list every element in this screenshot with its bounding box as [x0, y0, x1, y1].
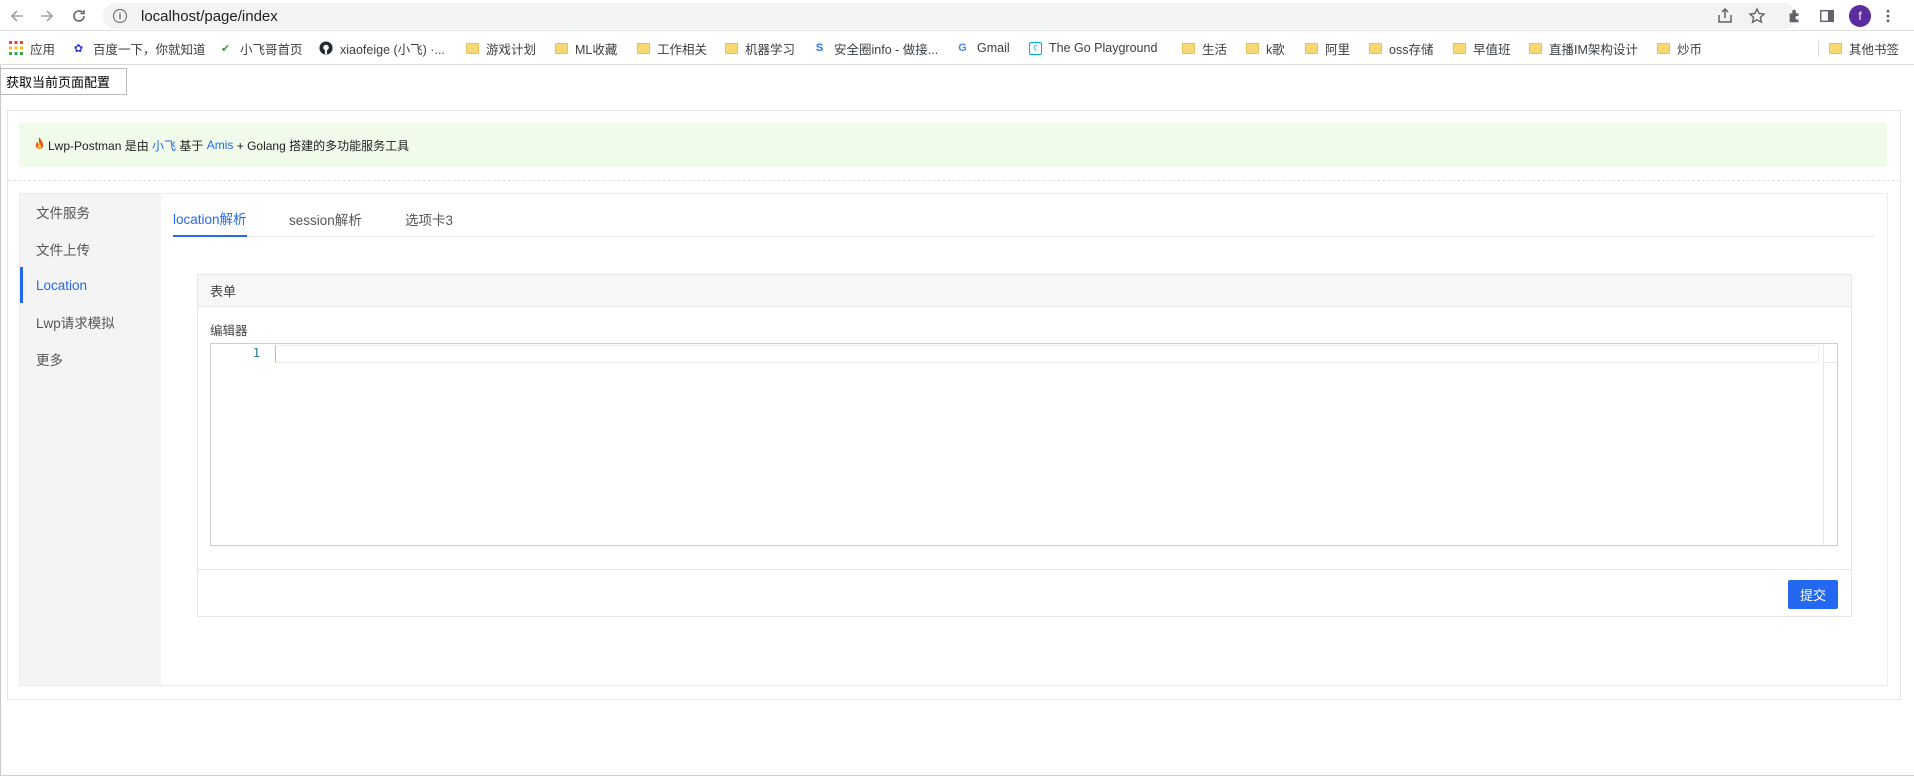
s-logo-icon: S: [815, 42, 824, 54]
sidebar-item-more[interactable]: 更多: [20, 341, 161, 377]
browser-toolbar: i localhost/page/index f: [0, 0, 1914, 31]
bookmark-folder-machine-learning[interactable]: 机器学习: [725, 40, 795, 57]
bookmark-apps[interactable]: 应用: [8, 40, 55, 57]
notice-text-3: + Golang 搭建的多功能服务工具: [233, 138, 410, 153]
reload-button[interactable]: [68, 5, 90, 27]
flame-icon: [34, 137, 45, 153]
bookmark-folder-work[interactable]: 工作相关: [637, 40, 707, 57]
notice-text-1: Lwp-Postman 是由: [48, 138, 153, 153]
reload-icon: [73, 10, 85, 22]
side-panel-icon[interactable]: [1817, 6, 1837, 26]
editor-scrollbar[interactable]: [1823, 344, 1837, 545]
github-icon: [318, 41, 333, 56]
folder-icon: [637, 42, 650, 54]
folder-icon: [1529, 42, 1542, 54]
apps-grid-icon: [8, 41, 23, 56]
viewport-left-border: [0, 65, 1, 776]
profile-avatar[interactable]: f: [1849, 5, 1871, 27]
section-divider: [8, 180, 1900, 181]
bookmark-github[interactable]: xiaofeige (小飞) ·...: [318, 40, 445, 57]
go-gopher-icon: ʕ: [1029, 41, 1042, 55]
line-number: 1: [252, 346, 260, 360]
bookmark-folder-crypto[interactable]: 炒币: [1657, 40, 1702, 57]
folder-icon: [466, 42, 479, 54]
code-editor[interactable]: 1: [210, 343, 1838, 546]
tab-bar: location解析 session解析 选项卡3: [173, 200, 1875, 237]
bookmark-security-info[interactable]: S 安全圈info - 做接...: [812, 40, 938, 57]
bookmark-folder-ml[interactable]: ML收藏: [555, 40, 617, 57]
editor-current-line[interactable]: [275, 345, 1819, 363]
bookmark-go-playground[interactable]: ʕ The Go Playground: [1029, 40, 1157, 56]
bookmark-gmail[interactable]: G Gmail: [955, 40, 1009, 56]
folder-icon: [725, 42, 738, 54]
sidebar-item-file-service[interactable]: 文件服务: [20, 194, 161, 230]
folder-icon: [1657, 42, 1670, 54]
forward-button[interactable]: [36, 5, 58, 27]
folder-icon: [1246, 42, 1259, 54]
bookmark-folder-duty[interactable]: 早值班: [1453, 40, 1511, 57]
tab-location-parse[interactable]: location解析: [173, 200, 247, 237]
bookmark-folder-life[interactable]: 生活: [1182, 40, 1227, 57]
folder-icon: [1829, 42, 1842, 54]
back-button[interactable]: [6, 5, 28, 27]
get-page-config-button[interactable]: 获取当前页面配置: [0, 68, 127, 95]
share-icon[interactable]: [1716, 7, 1734, 25]
site-logo-icon: ✔: [220, 42, 231, 55]
tab-3[interactable]: 选项卡3: [405, 200, 453, 237]
bookmark-folder-karaoke[interactable]: k歌: [1246, 40, 1285, 57]
bookmark-xiaofeige-home[interactable]: ✔ 小飞哥首页: [218, 40, 303, 57]
baidu-paw-icon: ✿: [73, 42, 84, 55]
puzzle-icon[interactable]: [1785, 6, 1805, 26]
sidebar-item-file-upload[interactable]: 文件上传: [20, 231, 161, 267]
url-text[interactable]: localhost/page/index: [141, 8, 278, 25]
notice-banner: Lwp-Postman 是由 小飞 基于 Amis + Golang 搭建的多功…: [19, 123, 1887, 167]
address-bar[interactable]: i localhost/page/index: [103, 3, 1797, 29]
folder-icon: [1369, 42, 1382, 54]
submit-button[interactable]: 提交: [1788, 580, 1838, 609]
bookmark-other-bookmarks[interactable]: 其他书签: [1829, 40, 1899, 57]
arrow-right-icon: [41, 10, 54, 22]
info-icon[interactable]: i: [113, 9, 127, 23]
form-title: 表单: [198, 275, 1851, 307]
bookmarks-bar: 应用 ✿ 百度一下，你就知道 ✔ 小飞哥首页 xiaofeige (小飞) ·.…: [0, 31, 1914, 65]
bookmark-folder-oss[interactable]: oss存储: [1369, 40, 1433, 57]
tab-session-parse[interactable]: session解析: [289, 200, 362, 237]
bookmark-baidu[interactable]: ✿ 百度一下，你就知道: [71, 40, 206, 57]
editor-label: 编辑器: [210, 324, 248, 338]
sidebar-nav: 文件服务 文件上传 Location Lwp请求模拟 更多: [20, 194, 161, 685]
folder-icon: [1182, 42, 1195, 54]
arrow-left-icon: [10, 10, 23, 22]
google-icon: G: [958, 42, 967, 54]
folder-icon: [555, 42, 568, 54]
amis-link[interactable]: Amis: [207, 138, 234, 152]
bookmarks-separator: [1818, 41, 1819, 57]
notice-text-2: 基于: [176, 138, 207, 153]
bookmark-folder-im-design[interactable]: 直播IM架构设计: [1529, 40, 1638, 57]
editor-gutter: 1: [211, 344, 263, 545]
bookmark-folder-ali[interactable]: 阿里: [1305, 40, 1350, 57]
bookmark-folder-games[interactable]: 游戏计划: [466, 40, 536, 57]
star-icon[interactable]: [1748, 7, 1766, 25]
folder-icon: [1453, 42, 1466, 54]
kebab-menu-icon[interactable]: [1878, 6, 1898, 26]
sidebar-item-lwp-request[interactable]: Lwp请求模拟: [20, 304, 161, 340]
author-link[interactable]: 小飞: [152, 137, 176, 154]
form-footer-divider: [198, 569, 1851, 570]
sidebar-item-location[interactable]: Location: [20, 267, 161, 303]
folder-icon: [1305, 42, 1318, 54]
